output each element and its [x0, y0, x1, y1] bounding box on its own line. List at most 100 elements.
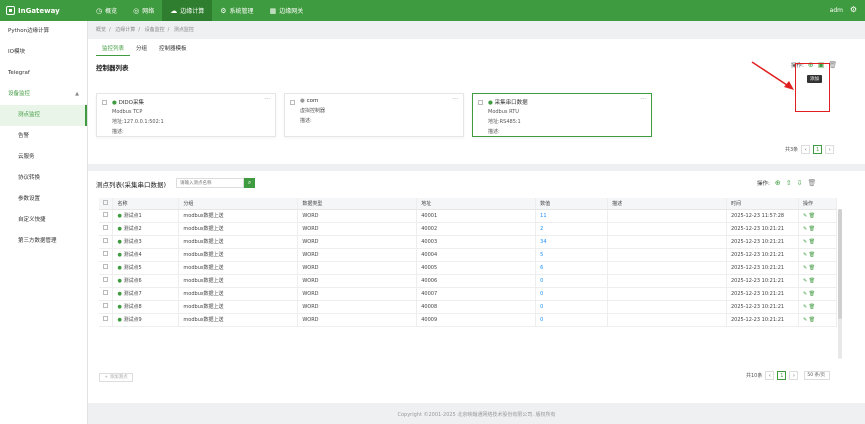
row-checkbox[interactable] — [103, 251, 108, 256]
row-checkbox[interactable] — [103, 316, 108, 321]
sidebar-item-custom[interactable]: 自定义快捷 — [0, 210, 87, 231]
more-icon[interactable]: ··· — [452, 96, 458, 103]
tab-group[interactable]: 分组 — [130, 41, 153, 56]
row-checkbox[interactable] — [103, 303, 108, 308]
page-number[interactable]: 1 — [813, 145, 823, 154]
select-all-checkbox[interactable] — [103, 199, 108, 205]
cell-value[interactable]: 0 — [535, 313, 609, 327]
trash-icon[interactable]: 🗑 — [809, 278, 815, 284]
edit-icon[interactable]: ✎ — [803, 226, 807, 232]
next-page-icon[interactable]: › — [789, 371, 799, 380]
cell-value[interactable]: 0 — [535, 300, 609, 314]
sidebar-item-device-monitor[interactable]: 设备监控 ▲ — [0, 84, 87, 105]
cell-group: modbus数据上送 — [178, 261, 299, 275]
sidebar-item-alarm[interactable]: 告警 — [0, 126, 87, 147]
edit-icon[interactable]: ✎ — [803, 304, 807, 310]
cell-type: WORD — [297, 313, 418, 327]
trash-icon[interactable]: 🗑 — [809, 304, 815, 310]
edit-icon[interactable]: ✎ — [803, 291, 807, 297]
nav-network[interactable]: ◎ 网络 — [125, 0, 162, 21]
cell-address: 40004 — [416, 248, 537, 262]
sidebar-item-cloud[interactable]: 云服务 — [0, 147, 87, 168]
row-checkbox[interactable] — [103, 225, 108, 230]
table-row[interactable]: ● 测试点2 modbus数据上送 WORD 40002 2 2025-12-23 10:… — [99, 222, 838, 236]
checkbox[interactable] — [290, 100, 295, 105]
user-name[interactable]: adm — [830, 7, 843, 14]
row-checkbox[interactable] — [103, 264, 108, 269]
more-icon[interactable]: ··· — [640, 96, 646, 103]
table-row[interactable]: ● 测试点4 modbus数据上送 WORD 40004 5 2025-12-23 10:… — [99, 248, 838, 262]
upload-icon[interactable]: ⇧ — [786, 179, 792, 187]
edit-icon[interactable]: ✎ — [803, 239, 807, 245]
edit-icon[interactable]: ✎ — [803, 278, 807, 284]
row-checkbox[interactable] — [103, 290, 108, 295]
sidebar-item-protocol[interactable]: 协议转换 — [0, 168, 87, 189]
table-row[interactable]: ● 测试点7 modbus数据上送 WORD 40007 0 2025-12-23 10:… — [99, 287, 838, 301]
tab-monitor-list[interactable]: 监控列表 — [96, 41, 131, 56]
cell-desc — [607, 287, 727, 301]
cell-value[interactable]: 0 — [535, 274, 609, 288]
add-circle-icon[interactable]: ⊕ — [775, 179, 781, 187]
prev-page-icon[interactable]: ‹ — [801, 145, 811, 154]
table-row[interactable]: ● 测试点6 modbus数据上送 WORD 40006 0 2025-12-23 10:… — [99, 274, 838, 288]
row-checkbox[interactable] — [103, 212, 108, 217]
nav-edge-computing[interactable]: ☁ 边缘计算 — [162, 0, 213, 21]
controller-card[interactable]: ··· ● com 虚拟控制器 描述: — [284, 93, 464, 137]
trash-icon[interactable]: 🗑 — [809, 239, 815, 245]
cell-value[interactable]: 11 — [535, 209, 609, 223]
cell-time: 2025-12-23 10:21:21 — [726, 261, 799, 275]
page-size-select[interactable]: 50 条/页 — [804, 371, 831, 380]
checkbox[interactable] — [478, 100, 483, 105]
next-page-icon[interactable]: › — [825, 145, 835, 154]
sidebar-item-params[interactable]: 参数设置 — [0, 189, 87, 210]
table-row[interactable]: ● 测试点5 modbus数据上送 WORD 40005 6 2025-12-23 10:… — [99, 261, 838, 275]
trash-icon[interactable]: 🗑 — [809, 252, 815, 258]
trash-icon[interactable]: 🗑 — [809, 317, 815, 323]
table-row[interactable]: ● 测试点3 modbus数据上送 WORD 40003 34 2025-12-23 10… — [99, 235, 838, 249]
page-number[interactable]: 1 — [777, 371, 787, 380]
sidebar-item-io[interactable]: IO模块 — [0, 42, 87, 63]
row-checkbox[interactable] — [103, 277, 108, 282]
edit-icon[interactable]: ✎ — [803, 213, 807, 219]
cell-value[interactable]: 2 — [535, 222, 609, 236]
trash-icon[interactable]: 🗑 — [807, 179, 816, 187]
edit-icon[interactable]: ✎ — [803, 265, 807, 271]
sidebar-item-point-monitor[interactable]: 测点监控 — [0, 105, 87, 126]
cell-value[interactable]: 34 — [535, 235, 609, 249]
trash-icon[interactable]: 🗑 — [809, 265, 815, 271]
edit-icon[interactable]: ✎ — [803, 252, 807, 258]
cell-address: 40005 — [416, 261, 537, 275]
scrollbar[interactable] — [838, 209, 842, 359]
table-row[interactable]: ● 测试点1 modbus数据上送 WORD 40001 11 2025-12-23 11… — [99, 209, 838, 223]
cell-value[interactable]: 6 — [535, 261, 609, 275]
nav-overview[interactable]: ◷ 概览 — [88, 0, 125, 21]
trash-icon[interactable]: 🗑 — [809, 291, 815, 297]
edit-icon[interactable]: ✎ — [803, 317, 807, 323]
controller-card-selected[interactable]: ··· ● 采集串口数据 Modbus RTU 地址:RS485:1 描述: — [472, 93, 652, 137]
cell-group: modbus数据上送 — [178, 235, 299, 249]
search-input[interactable] — [176, 178, 244, 188]
trash-icon[interactable]: 🗑 — [809, 226, 815, 232]
trash-icon[interactable]: 🗑 — [809, 213, 815, 219]
prev-page-icon[interactable]: ‹ — [765, 371, 775, 380]
settings-icon[interactable]: ⚙ — [850, 5, 857, 14]
nav-system[interactable]: ⚙ 系统管理 — [212, 0, 261, 21]
sidebar-item-python[interactable]: Python边缘计算 — [0, 21, 87, 42]
cell-value[interactable]: 5 — [535, 248, 609, 262]
cell-value[interactable]: 0 — [535, 287, 609, 301]
search-icon[interactable]: ⌕ — [244, 178, 255, 188]
controller-panel: 监控列表 分组 控制器模板 控制器列表 操作: ⊕ ▣ 🗑 添加 ··· ● D… — [88, 39, 865, 164]
tab-controller-template[interactable]: 控制器模板 — [153, 41, 193, 56]
nav-gateway[interactable]: ▦ 边缘网关 — [262, 0, 312, 21]
cell-time: 2025-12-23 10:21:21 — [726, 300, 799, 314]
sidebar-item-telegraf[interactable]: Telegraf — [0, 63, 87, 84]
table-row[interactable]: ● 测试点9 modbus数据上送 WORD 40009 0 2025-12-23 10:… — [99, 313, 838, 327]
sidebar-item-thirdparty[interactable]: 第三方数据管理 — [0, 231, 87, 252]
checkbox[interactable] — [102, 100, 107, 105]
add-point-button[interactable]: + 添加测点 — [99, 373, 133, 382]
download-icon[interactable]: ⇩ — [797, 179, 803, 187]
table-row[interactable]: ● 测试点8 modbus数据上送 WORD 40008 0 2025-12-23 10:… — [99, 300, 838, 314]
row-checkbox[interactable] — [103, 238, 108, 243]
more-icon[interactable]: ··· — [264, 96, 270, 103]
controller-card[interactable]: ··· ● DIDO采集 Modbus TCP 地址:127.0.0.1:502… — [96, 93, 276, 137]
